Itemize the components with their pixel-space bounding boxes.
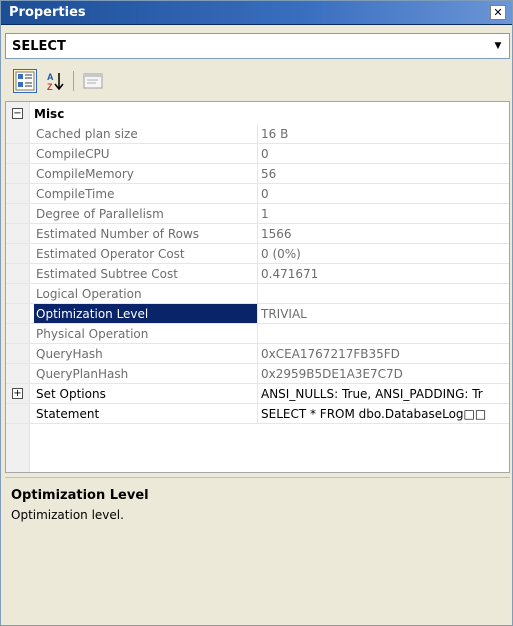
property-value[interactable]: 1566	[258, 224, 509, 243]
object-selector-dropdown[interactable]: SELECT ▼	[5, 33, 510, 59]
property-value[interactable]: ANSI_NULLS: True, ANSI_PADDING: Tr	[258, 384, 509, 403]
window-title: Properties	[9, 5, 86, 20]
property-row[interactable]: Physical Operation	[6, 324, 509, 344]
property-value[interactable]: 0	[258, 184, 509, 203]
property-row[interactable]: Logical Operation	[6, 284, 509, 304]
property-value[interactable]	[258, 324, 509, 343]
object-selector-value: SELECT	[12, 39, 66, 54]
property-value[interactable]: 0xCEA1767217FB35FD	[258, 344, 509, 363]
toolbar-separator	[73, 71, 74, 91]
svg-text:Z: Z	[47, 82, 53, 92]
category-row-misc[interactable]: − Misc	[6, 104, 509, 124]
alphabetical-button[interactable]: A Z	[43, 69, 67, 93]
property-name[interactable]: CompileCPU	[34, 144, 258, 163]
property-value[interactable]: 1	[258, 204, 509, 223]
property-name[interactable]: QueryPlanHash	[34, 364, 258, 383]
chevron-down-icon[interactable]: ▼	[492, 40, 504, 52]
property-name[interactable]: Degree of Parallelism	[34, 204, 258, 223]
property-value[interactable]: 16 B	[258, 124, 509, 143]
property-row[interactable]: Estimated Subtree Cost 0.471671	[6, 264, 509, 284]
property-name[interactable]: Estimated Number of Rows	[34, 224, 258, 243]
collapse-icon[interactable]: −	[12, 108, 23, 119]
property-name[interactable]: QueryHash	[34, 344, 258, 363]
property-name[interactable]: CompileTime	[34, 184, 258, 203]
expand-icon[interactable]: +	[12, 388, 23, 399]
title-bar[interactable]: Properties ✕	[1, 1, 512, 25]
property-row[interactable]: Degree of Parallelism 1	[6, 204, 509, 224]
description-text: Optimization level.	[11, 508, 124, 522]
categorized-icon	[15, 71, 35, 91]
property-pages-icon	[83, 73, 103, 89]
properties-toolbar: A Z	[5, 65, 510, 99]
property-value[interactable]: 0.471671	[258, 264, 509, 283]
property-name[interactable]: Physical Operation	[34, 324, 258, 343]
property-row[interactable]: CompileTime 0	[6, 184, 509, 204]
property-row[interactable]: QueryHash 0xCEA1767217FB35FD	[6, 344, 509, 364]
property-name[interactable]: Optimization Level	[34, 304, 258, 323]
properties-window: Properties ✕ SELECT ▼ A Z − Misc Cached …	[0, 0, 513, 626]
property-value[interactable]: 0	[258, 144, 509, 163]
property-row[interactable]: Cached plan size 16 B	[6, 124, 509, 144]
property-value[interactable]: SELECT * FROM dbo.DatabaseLog□□	[258, 404, 509, 423]
property-value[interactable]	[258, 284, 509, 303]
property-value[interactable]: 56	[258, 164, 509, 183]
property-row[interactable]: CompileMemory 56	[6, 164, 509, 184]
property-row[interactable]: Statement SELECT * FROM dbo.DatabaseLog□□	[6, 404, 509, 424]
property-name[interactable]: Cached plan size	[34, 124, 258, 143]
property-pages-button[interactable]	[81, 69, 105, 93]
property-value[interactable]: 0x2959B5DE1A3E7C7D	[258, 364, 509, 383]
close-icon: ✕	[493, 6, 503, 19]
svg-text:A: A	[47, 72, 54, 82]
property-row[interactable]: Optimization Level TRIVIAL	[6, 304, 509, 324]
close-button[interactable]: ✕	[490, 5, 506, 20]
property-row[interactable]: CompileCPU 0	[6, 144, 509, 164]
property-row[interactable]: Estimated Number of Rows 1566	[6, 224, 509, 244]
categorized-button[interactable]	[13, 69, 37, 93]
property-name[interactable]: Logical Operation	[34, 284, 258, 303]
property-name[interactable]: Estimated Operator Cost	[34, 244, 258, 263]
property-value[interactable]: 0 (0%)	[258, 244, 509, 263]
description-title: Optimization Level	[11, 488, 149, 503]
property-grid: − Misc Cached plan size 16 B CompileCPU 0 Co…	[5, 101, 510, 473]
property-name[interactable]: Set Options	[34, 384, 258, 403]
property-value[interactable]: TRIVIAL	[258, 304, 509, 323]
property-name[interactable]: CompileMemory	[34, 164, 258, 183]
property-row[interactable]: + Set Options ANSI_NULLS: True, ANSI_PADDI…	[6, 384, 509, 404]
property-row[interactable]: Estimated Operator Cost 0 (0%)	[6, 244, 509, 264]
alphabetical-icon: A Z	[47, 72, 64, 92]
property-name[interactable]: Statement	[34, 404, 258, 423]
property-name[interactable]: Estimated Subtree Cost	[34, 264, 258, 283]
property-row[interactable]: QueryPlanHash 0x2959B5DE1A3E7C7D	[6, 364, 509, 384]
category-label: Misc	[34, 107, 65, 121]
description-pane: Optimization Level Optimization level.	[5, 477, 510, 623]
